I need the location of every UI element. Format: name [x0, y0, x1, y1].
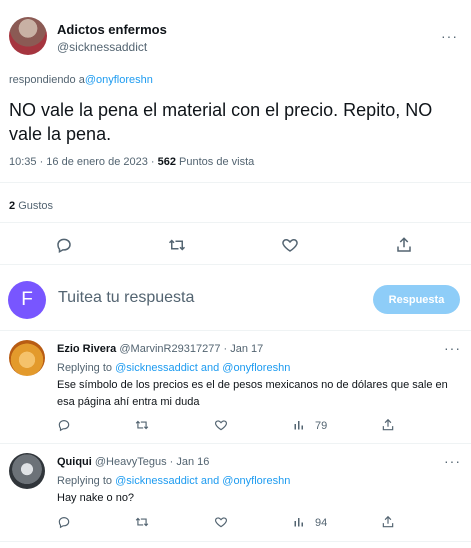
reply-avatar[interactable] — [9, 340, 45, 376]
reply-icon[interactable] — [55, 236, 73, 254]
views-count: 562 — [157, 156, 176, 168]
views-label: Puntos de vista — [179, 156, 255, 168]
reply-button[interactable]: Respuesta — [373, 285, 460, 314]
user-avatar[interactable]: F — [8, 281, 46, 319]
replying-handles-link[interactable]: @sicknessaddict and @onyfloreshn — [115, 475, 290, 487]
share-icon[interactable] — [381, 418, 395, 432]
share-icon[interactable] — [381, 515, 395, 529]
reply-replying-to: Replying to @sicknessaddict and @onyflor… — [57, 362, 290, 374]
retweet-icon[interactable] — [135, 418, 149, 432]
tweet-meta: 10:35 · 16 de enero de 2023 · 562 Puntos… — [9, 156, 254, 168]
replying-prefix: Replying to — [57, 362, 113, 374]
author-handle[interactable]: @sicknessaddict — [57, 40, 147, 54]
reply-input[interactable]: Tuitea tu respuesta — [58, 289, 194, 307]
views-icon[interactable] — [293, 418, 305, 432]
views-icon[interactable] — [293, 515, 305, 529]
divider — [0, 443, 471, 444]
replying-handle-link[interactable]: @onyfloreshn — [85, 74, 153, 86]
reply-icon[interactable] — [57, 418, 71, 432]
reply-author-name[interactable]: Quiqui — [57, 456, 92, 468]
replying-prefix: Replying to — [57, 475, 113, 487]
likes-stat[interactable]: 2 Gustos — [9, 200, 53, 212]
reply-text: Hay nake o no? — [57, 492, 135, 504]
reply-author-handle[interactable]: @HeavyTegus · Jan 16 — [95, 456, 210, 468]
divider — [0, 264, 471, 265]
tweet-text: NO vale la pena el material con el preci… — [9, 100, 433, 144]
reply-author-handle[interactable]: @MarvinR29317277 · Jan 17 — [119, 343, 263, 355]
reply-more-button[interactable]: ··· — [444, 453, 461, 469]
reply-text: Ese símbolo de los precios es el de peso… — [57, 379, 448, 408]
reply-replying-to: Replying to @sicknessaddict and @onyflor… — [57, 475, 290, 487]
reply-more-button[interactable]: ··· — [444, 340, 461, 356]
like-icon[interactable] — [214, 515, 228, 529]
likes-label: Gustos — [18, 200, 54, 212]
reply-icon[interactable] — [57, 515, 71, 529]
like-icon[interactable] — [281, 236, 299, 254]
likes-count: 2 — [9, 200, 16, 212]
like-icon[interactable] — [214, 418, 228, 432]
replying-prefix: respondiendo a — [9, 74, 85, 86]
author-name[interactable]: Adictos enfermos — [57, 22, 167, 37]
divider — [0, 330, 471, 331]
reply-header: Quiqui @HeavyTegus · Jan 16 — [57, 456, 209, 468]
replying-handles-link[interactable]: @sicknessaddict and @onyfloreshn — [115, 362, 290, 374]
reply-header: Ezio Rivera @MarvinR29317277 · Jan 17 — [57, 343, 263, 355]
replying-to: respondiendo a@onyfloreshn — [9, 74, 153, 86]
retweet-icon[interactable] — [168, 236, 186, 254]
retweet-icon[interactable] — [135, 515, 149, 529]
views-count: 94 — [315, 517, 328, 529]
views-count: 79 — [315, 420, 328, 432]
reply-author-name[interactable]: Ezio Rivera — [57, 343, 116, 355]
divider — [0, 182, 471, 183]
reply-avatar[interactable] — [9, 453, 45, 489]
divider — [0, 222, 471, 223]
author-avatar[interactable] — [9, 17, 47, 55]
tweet-timestamp[interactable]: 10:35 · 16 de enero de 2023 · — [9, 156, 155, 168]
more-options-button[interactable]: ··· — [441, 28, 458, 44]
divider — [0, 541, 471, 542]
share-icon[interactable] — [395, 236, 413, 254]
